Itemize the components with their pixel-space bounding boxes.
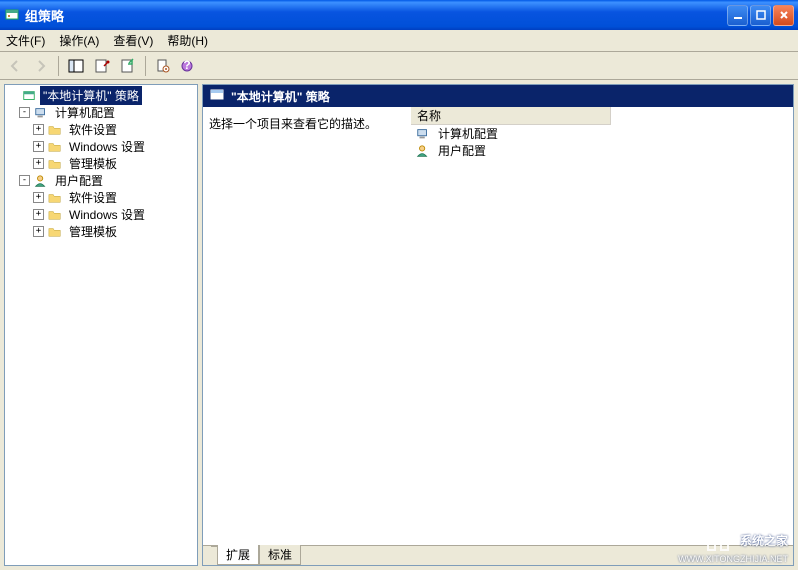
collapse-button[interactable]: - bbox=[19, 107, 30, 118]
column-header-name[interactable]: 名称 bbox=[411, 107, 611, 125]
tree-windows-settings[interactable]: + Windows 设置 bbox=[5, 206, 197, 223]
content-header: "本地计算机" 策略 bbox=[203, 85, 793, 107]
menu-action[interactable]: 操作(A) bbox=[59, 32, 99, 49]
user-icon bbox=[415, 143, 431, 159]
folder-icon bbox=[47, 224, 63, 240]
toolbar-separator bbox=[58, 56, 59, 76]
forward-button bbox=[30, 55, 52, 77]
watermark-text: 系统之家 bbox=[740, 532, 788, 549]
watermark: 系统之家 bbox=[706, 528, 788, 552]
menubar: 文件(F) 操作(A) 查看(V) 帮助(H) bbox=[0, 30, 798, 52]
properties-button[interactable] bbox=[91, 55, 113, 77]
tree-computer-config[interactable]: - 计算机配置 bbox=[5, 104, 197, 121]
watermark-url: WWW.XITONGZHIJIA.NET bbox=[678, 554, 788, 564]
minimize-button[interactable] bbox=[727, 5, 748, 26]
expander-none bbox=[7, 90, 18, 101]
user-icon bbox=[33, 173, 49, 189]
toggle-tree-button[interactable] bbox=[65, 55, 87, 77]
back-button bbox=[4, 55, 26, 77]
app-icon bbox=[4, 7, 20, 23]
policy-icon bbox=[21, 88, 37, 104]
menu-help[interactable]: 帮助(H) bbox=[167, 32, 208, 49]
titlebar: 组策略 bbox=[0, 0, 798, 30]
tree-user-config[interactable]: - 用户配置 bbox=[5, 172, 197, 189]
menu-view[interactable]: 查看(V) bbox=[113, 32, 153, 49]
expand-button[interactable]: + bbox=[33, 141, 44, 152]
collapse-button[interactable]: - bbox=[19, 175, 30, 186]
expand-button[interactable]: + bbox=[33, 192, 44, 203]
list-item-label: 用户配置 bbox=[438, 142, 486, 159]
expand-button[interactable]: + bbox=[33, 158, 44, 169]
expand-button[interactable]: + bbox=[33, 226, 44, 237]
description-text: 选择一个项目来查看它的描述。 bbox=[209, 117, 377, 131]
expand-button[interactable]: + bbox=[33, 124, 44, 135]
tab-extended[interactable]: 扩展 bbox=[217, 545, 259, 565]
computer-icon bbox=[33, 105, 49, 121]
tree-admin-templates[interactable]: + 管理模板 bbox=[5, 223, 197, 240]
computer-icon bbox=[415, 126, 431, 142]
tab-standard[interactable]: 标准 bbox=[259, 545, 301, 565]
description-column: 选择一个项目来查看它的描述。 bbox=[203, 107, 411, 545]
help-button[interactable]: ? bbox=[178, 55, 200, 77]
list-item[interactable]: 用户配置 bbox=[411, 142, 793, 159]
folder-icon bbox=[47, 122, 63, 138]
tree-windows-settings[interactable]: + Windows 设置 bbox=[5, 138, 197, 155]
tree-root[interactable]: "本地计算机" 策略 bbox=[5, 87, 197, 104]
expand-button[interactable]: + bbox=[33, 209, 44, 220]
main-area: "本地计算机" 策略 - 计算机配置 + 软件设置 + Windows 设置 +… bbox=[0, 80, 798, 570]
list-column: 名称 计算机配置 用户配置 bbox=[411, 107, 793, 545]
close-button[interactable] bbox=[773, 5, 794, 26]
tree-software-settings[interactable]: + 软件设置 bbox=[5, 189, 197, 206]
content-title: "本地计算机" 策略 bbox=[231, 88, 330, 105]
folder-icon bbox=[47, 207, 63, 223]
folder-icon bbox=[47, 139, 63, 155]
filter-button[interactable] bbox=[152, 55, 174, 77]
maximize-button[interactable] bbox=[750, 5, 771, 26]
folder-icon bbox=[47, 156, 63, 172]
list-item[interactable]: 计算机配置 bbox=[411, 125, 793, 142]
svg-text:?: ? bbox=[183, 58, 190, 72]
tree-software-settings[interactable]: + 软件设置 bbox=[5, 121, 197, 138]
menu-file[interactable]: 文件(F) bbox=[6, 32, 45, 49]
content-body: 选择一个项目来查看它的描述。 名称 计算机配置 用户配置 bbox=[203, 107, 793, 545]
tree-admin-templates[interactable]: + 管理模板 bbox=[5, 155, 197, 172]
tree-label: 管理模板 bbox=[66, 222, 120, 241]
toolbar-separator bbox=[145, 56, 146, 76]
content-pane: "本地计算机" 策略 选择一个项目来查看它的描述。 名称 计算机配置 用户配置 bbox=[202, 84, 794, 566]
toolbar: ? bbox=[0, 52, 798, 80]
export-button[interactable] bbox=[117, 55, 139, 77]
window-controls bbox=[727, 5, 794, 26]
list-item-label: 计算机配置 bbox=[438, 125, 498, 142]
policy-icon bbox=[209, 87, 225, 106]
folder-icon bbox=[47, 190, 63, 206]
window-title: 组策略 bbox=[25, 6, 727, 25]
tree-pane[interactable]: "本地计算机" 策略 - 计算机配置 + 软件设置 + Windows 设置 +… bbox=[4, 84, 198, 566]
